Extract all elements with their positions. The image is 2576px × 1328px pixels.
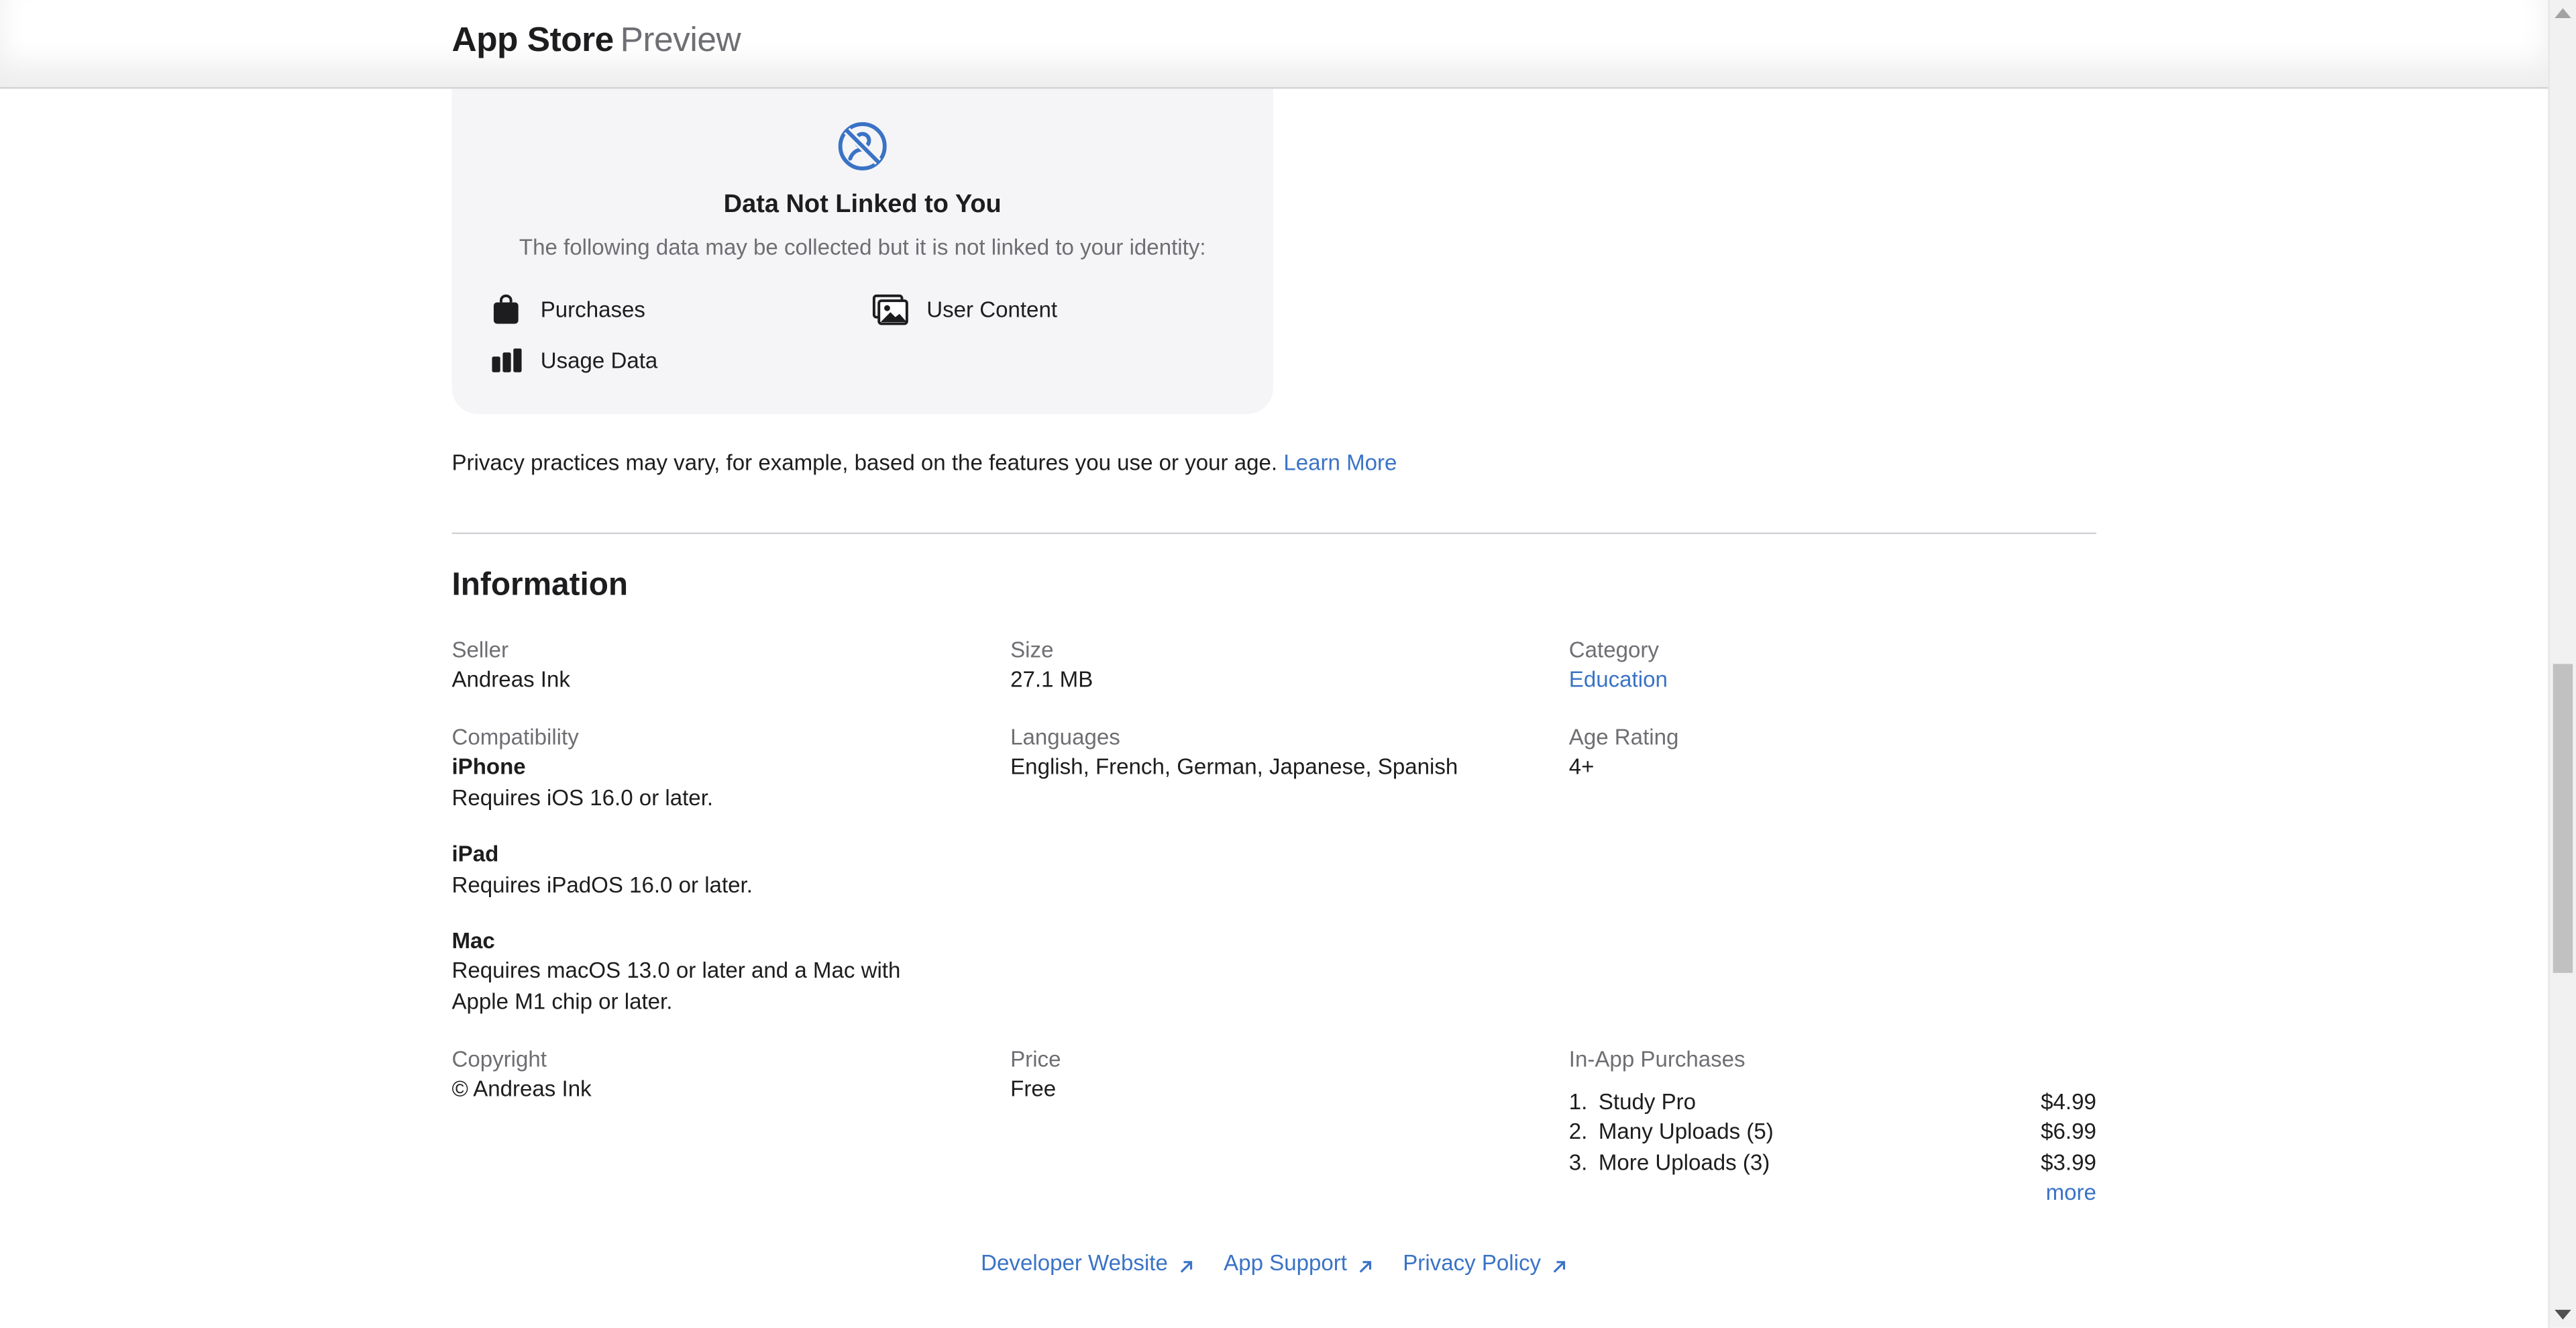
information-title: Information: [451, 566, 629, 603]
info-size: Size 27.1 MB: [1010, 636, 1552, 697]
data-item-label: User Content: [926, 297, 1058, 321]
info-value: Free: [1010, 1077, 1057, 1102]
info-label: Category: [1568, 637, 1659, 662]
device-requirement-mac-line2: Apple M1 chip or later.: [451, 988, 673, 1014]
data-item-label: Purchases: [540, 297, 645, 321]
brand-sub: Preview: [620, 21, 741, 60]
info-value: 4+: [1568, 755, 1595, 780]
info-label: Languages: [1010, 725, 1120, 750]
iap-price: $3.99: [2041, 1150, 2096, 1175]
not-linked-icon: [837, 120, 889, 172]
link-label: Developer Website: [981, 1250, 1168, 1276]
info-label: Compatibility: [451, 725, 579, 750]
bar-chart-icon: [488, 344, 524, 376]
external-arrow-icon: [1551, 1255, 1567, 1272]
info-in-app-purchases: In-App Purchases: [1569, 1045, 2096, 1076]
device-name-iphone: iPhone: [451, 755, 526, 780]
data-item-usage-data: Usage Data: [488, 344, 657, 376]
shopping-bag-icon: [488, 293, 524, 325]
section-divider: [451, 532, 2096, 534]
iap-price: $6.99: [2041, 1119, 2096, 1145]
privacy-card-title: Data Not Linked to You: [723, 191, 1002, 219]
iap-name: More Uploads (3): [1598, 1150, 1770, 1175]
privacy-card-description: The following data may be collected but …: [519, 235, 1206, 260]
device-name-mac: Mac: [451, 928, 495, 954]
external-arrow-icon: [1357, 1255, 1373, 1272]
info-label: Copyright: [451, 1047, 547, 1072]
device-requirement-iphone: Requires iOS 16.0 or later.: [451, 785, 714, 810]
device-requirement-ipad: Requires iPadOS 16.0 or later.: [451, 872, 753, 897]
info-value: © Andreas Ink: [451, 1077, 592, 1102]
photos-icon: [871, 293, 910, 325]
info-value: 27.1 MB: [1010, 668, 1093, 693]
link-label: App Support: [1224, 1250, 1347, 1276]
data-item-user-content: User Content: [871, 293, 1057, 325]
developer-website-link[interactable]: Developer Website: [981, 1250, 1194, 1276]
info-category: Category Education: [1569, 636, 2096, 697]
info-label: In-App Purchases: [1568, 1047, 1746, 1072]
footer-links: Developer Website App Support Privacy Po…: [451, 1250, 2096, 1276]
iap-price: $4.99: [2041, 1089, 2096, 1115]
page-scrollbar[interactable]: [2548, 0, 2576, 1328]
privacy-policy-link[interactable]: Privacy Policy: [1403, 1250, 1567, 1276]
learn-more-link[interactable]: Learn More: [1283, 450, 1397, 475]
scrollbar-thumb[interactable]: [2553, 664, 2573, 973]
brand-main: App Store: [451, 21, 614, 60]
info-label: Price: [1010, 1047, 1061, 1072]
data-item-label: Usage Data: [540, 347, 658, 372]
list-item: 3. More Uploads (3) $3.99: [1569, 1148, 2096, 1178]
info-copyright: Copyright © Andreas Ink: [451, 1045, 994, 1106]
device-requirement-mac-line1: Requires macOS 13.0 or later and a Mac w…: [451, 958, 901, 984]
link-label: Privacy Policy: [1403, 1250, 1542, 1276]
privacy-card-not-linked: Data Not Linked to You The following dat…: [451, 87, 1273, 415]
scroll-down-arrow-icon[interactable]: [2555, 1309, 2571, 1320]
in-app-purchase-list: 1. Study Pro $4.99 2. Many Uploads (5) $6.…: [1569, 1088, 2096, 1209]
list-item: 2. Many Uploads (5) $6.99: [1569, 1118, 2096, 1148]
iap-number: 2.: [1568, 1119, 1588, 1145]
app-store-page: App Store Preview Data Not Linked to You …: [0, 0, 2576, 1328]
iap-name: Study Pro: [1598, 1089, 1697, 1115]
device-name-ipad: iPad: [451, 841, 499, 867]
global-header: App Store Preview: [0, 0, 2548, 89]
data-item-purchases: Purchases: [488, 293, 645, 325]
iap-number: 1.: [1568, 1089, 1588, 1115]
external-arrow-icon: [1178, 1255, 1194, 1272]
info-seller: Seller Andreas Ink: [451, 636, 994, 697]
info-age-rating: Age Rating 4+: [1569, 723, 2096, 784]
privacy-note: Privacy practices may vary, for example,…: [451, 450, 1397, 475]
scroll-up-arrow-icon[interactable]: [2555, 8, 2571, 18]
privacy-note-text: Privacy practices may vary, for example,…: [451, 450, 1278, 475]
info-languages: Languages English, French, German, Japan…: [1010, 723, 1552, 784]
info-value: Andreas Ink: [451, 668, 570, 693]
info-value: English, French, German, Japanese, Spani…: [1010, 755, 1458, 780]
info-label: Seller: [451, 637, 509, 662]
iap-name: Many Uploads (5): [1598, 1119, 1774, 1145]
iap-number: 3.: [1568, 1150, 1588, 1175]
app-store-preview-logo[interactable]: App Store Preview: [451, 21, 741, 61]
info-label: Size: [1010, 637, 1054, 662]
info-compatibility: Compatibility iPhone Requires iOS 16.0 o…: [451, 723, 994, 1018]
app-support-link[interactable]: App Support: [1224, 1250, 1373, 1276]
iap-more-link[interactable]: more: [2046, 1180, 2096, 1205]
info-price: Price Free: [1010, 1045, 1552, 1106]
list-item: 1. Study Pro $4.99: [1569, 1088, 2096, 1118]
category-link[interactable]: Education: [1569, 668, 1668, 693]
info-label: Age Rating: [1568, 725, 1679, 750]
